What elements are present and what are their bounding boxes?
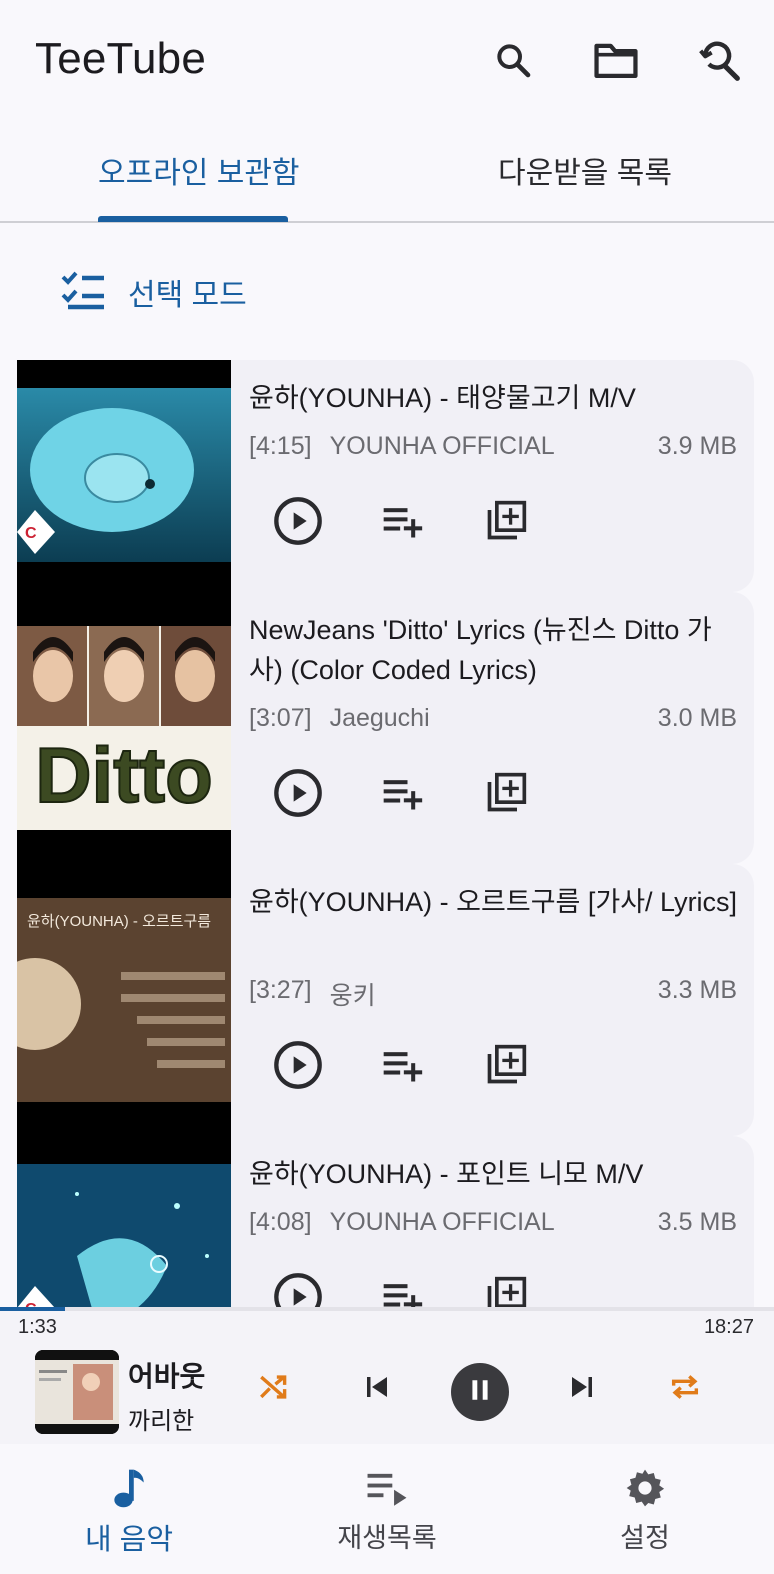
video-meta: [3:27] 웅키 3.3 MB [249, 976, 737, 1012]
add-to-queue-button[interactable] [376, 769, 428, 821]
video-title: 윤하(YOUNHA) - 태양물고기 M/V [249, 383, 636, 413]
play-circle-icon [272, 767, 324, 824]
checklist-icon [60, 270, 108, 315]
repeat-icon [668, 1370, 702, 1409]
play-button[interactable] [272, 1271, 324, 1310]
video-thumbnail[interactable]: 윤하(YOUNHA) - 오르트구름 [17, 864, 231, 1136]
video-meta: [4:08] YOUNHA OFFICIAL 3.5 MB [249, 1208, 737, 1237]
thumbnail-ditto-text: Ditto [35, 731, 213, 819]
play-button[interactable] [272, 495, 324, 552]
now-playing-title: 어바웃 [128, 1361, 206, 1392]
video-channel: Jaeguchi [329, 704, 430, 732]
tab-bar: 오프라인 보관함 다운받을 목록 [0, 120, 774, 223]
library-add-icon [484, 499, 528, 548]
play-circle-icon [272, 495, 324, 552]
tab-download-list[interactable]: 다운받을 목록 [498, 148, 672, 192]
video-title: NewJeans 'Ditto' Lyrics (뉴진스 Ditto 가사) (… [249, 615, 712, 685]
playlist-add-icon [380, 771, 424, 820]
video-title: 윤하(YOUNHA) - 오르트구름 [가사/ Lyrics] [249, 887, 738, 917]
skip-next-icon [567, 1372, 597, 1407]
mini-player[interactable]: 1:33 18:27 어바웃 까리한 [0, 1311, 774, 1444]
music-note-icon [105, 1464, 153, 1512]
add-to-playlist-button[interactable] [480, 497, 532, 549]
video-duration: [3:27] [249, 976, 312, 1004]
video-title: 윤하(YOUNHA) - 포인트 니모 M/V [249, 1159, 644, 1189]
video-duration: [4:08] [249, 1208, 312, 1236]
add-to-queue-button[interactable] [376, 497, 428, 549]
current-time: 1:33 [18, 1316, 57, 1338]
video-channel: YOUNHA OFFICIAL [329, 432, 555, 460]
playlist-play-icon [363, 1464, 411, 1512]
video-actions [272, 495, 532, 552]
pause-icon [467, 1377, 493, 1408]
add-to-queue-button[interactable] [376, 1273, 428, 1310]
video-list[interactable]: C 윤하(YOUNHA) - 태양물고기 M/V [4:15] YOUNHA O… [17, 360, 754, 1310]
select-mode-label: 선택 모드 [128, 279, 247, 312]
add-to-playlist-button[interactable] [480, 1273, 532, 1310]
folder-icon[interactable] [592, 36, 640, 84]
total-time: 18:27 [703, 1316, 754, 1338]
nav-my-music[interactable]: 내 음악 [0, 1444, 258, 1574]
video-channel: 웅키 [329, 982, 376, 1010]
video-size: 3.0 MB [657, 704, 737, 732]
repeat-button[interactable] [661, 1365, 709, 1413]
video-meta: [4:15] YOUNHA OFFICIAL 3.9 MB [249, 432, 737, 461]
library-add-icon [484, 1043, 528, 1092]
gear-icon [621, 1464, 669, 1512]
nav-label: 설정 [620, 1523, 670, 1553]
svg-text:C: C [25, 525, 37, 542]
video-card[interactable]: Ditto NewJeans 'Ditto' Lyrics (뉴진스 Ditto… [17, 592, 754, 864]
now-playing-thumbnail[interactable] [35, 1350, 119, 1434]
play-circle-icon [272, 1271, 324, 1310]
app-bar: TeeTube [0, 0, 774, 120]
app-title: TeeTube [35, 34, 206, 83]
video-size: 3.9 MB [657, 432, 737, 460]
add-to-queue-button[interactable] [376, 1041, 428, 1093]
add-to-playlist-button[interactable] [480, 1041, 532, 1093]
video-thumbnail[interactable]: C [17, 1136, 231, 1310]
search-icon[interactable] [489, 36, 537, 84]
library-add-icon [484, 1275, 528, 1310]
select-mode-button[interactable]: 선택 모드 [60, 268, 247, 316]
video-channel: YOUNHA OFFICIAL [329, 1208, 555, 1236]
playlist-add-icon [380, 499, 424, 548]
play-button[interactable] [272, 1039, 324, 1096]
video-duration: [3:07] [249, 704, 312, 732]
nav-label: 내 음악 [84, 1524, 174, 1556]
skip-previous-icon [362, 1372, 392, 1407]
video-size: 3.5 MB [657, 1208, 737, 1236]
next-button[interactable] [558, 1365, 606, 1413]
video-meta: [3:07] Jaeguchi 3.0 MB [249, 704, 737, 733]
active-tab-indicator [98, 216, 288, 222]
video-card[interactable]: C 윤하(YOUNHA) - 태양물고기 M/V [4:15] YOUNHA O… [17, 360, 754, 592]
nav-playlists[interactable]: 재생목록 [258, 1444, 516, 1574]
playlist-add-icon [380, 1043, 424, 1092]
tab-offline-library[interactable]: 오프라인 보관함 [98, 148, 300, 192]
video-size: 3.3 MB [657, 976, 737, 1004]
video-thumbnail[interactable]: Ditto [17, 592, 231, 864]
play-circle-icon [272, 1039, 324, 1096]
thumbnail-ort-text: 윤하(YOUNHA) - 오르트구름 [27, 913, 211, 930]
shuffle-icon [257, 1370, 291, 1409]
video-duration: [4:15] [249, 432, 312, 460]
search-history-icon[interactable] [695, 36, 743, 84]
nav-settings[interactable]: 설정 [516, 1444, 774, 1574]
video-actions [272, 1271, 532, 1310]
video-actions [272, 1039, 532, 1096]
video-card[interactable]: 윤하(YOUNHA) - 오르트구름 윤하(YOUNHA) - 오르트구름 [가… [17, 864, 754, 1136]
playlist-add-icon [380, 1275, 424, 1310]
video-thumbnail[interactable]: C [17, 360, 231, 592]
library-add-icon [484, 771, 528, 820]
bottom-navigation: 내 음악 재생목록 설정 [0, 1444, 774, 1574]
play-button[interactable] [272, 767, 324, 824]
video-actions [272, 767, 532, 824]
shuffle-button[interactable] [250, 1365, 298, 1413]
add-to-playlist-button[interactable] [480, 769, 532, 821]
previous-button[interactable] [353, 1365, 401, 1413]
nav-label: 재생목록 [337, 1523, 437, 1553]
pause-button[interactable] [451, 1363, 509, 1421]
video-card[interactable]: C 윤하(YOUNHA) - 포인트 니모 M/V [4:08] YOUNHA … [17, 1136, 754, 1310]
now-playing-artist: 까리한 [128, 1408, 195, 1435]
